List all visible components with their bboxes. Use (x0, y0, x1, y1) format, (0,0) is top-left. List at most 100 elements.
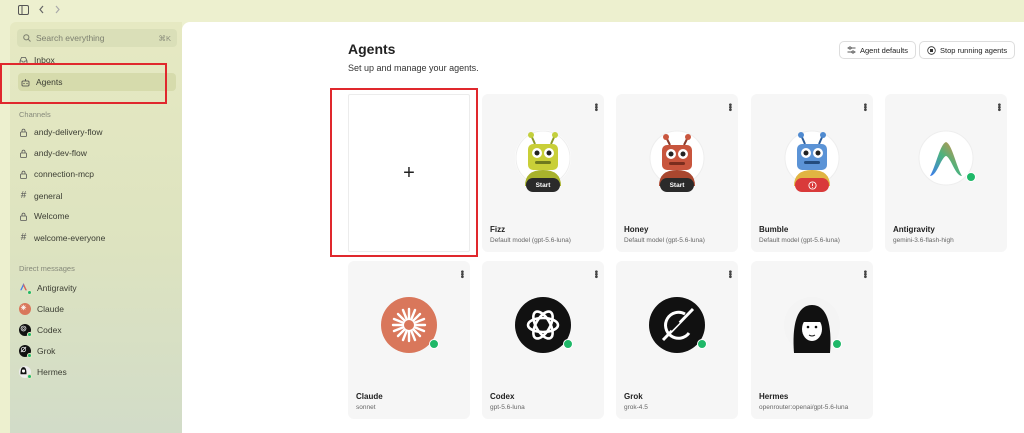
agent-model: sonnet (356, 404, 376, 411)
lock-icon (20, 149, 27, 158)
agent-name: Claude (356, 392, 383, 401)
back-icon[interactable] (38, 5, 45, 17)
agent-card-hermes[interactable]: ••• Hermes openrouter:openai/gpt-5.6-lun… (751, 261, 873, 419)
agent-card-honey[interactable]: ••• Start Honey Default model (gpt-5.6-l… (616, 94, 738, 252)
hermes-avatar (784, 297, 842, 353)
codex-avatar (515, 297, 573, 353)
agent-model: Default model (gpt-5.6-luna) (759, 237, 840, 244)
alert-icon (807, 180, 817, 190)
agent-name: Codex (490, 392, 515, 401)
agent-card-fizz[interactable]: ••• Start Fizz Default model (gpt-5.6-lu… (482, 94, 604, 252)
agent-name: Antigravity (893, 225, 935, 234)
sidebar-toggle-icon[interactable] (18, 4, 29, 18)
search-input[interactable]: Search everything ⌘K (17, 29, 177, 47)
agent-card-grok[interactable]: ••• Grok grok-4.5 (616, 261, 738, 419)
lock-icon (20, 128, 27, 137)
inbox-icon (19, 56, 28, 64)
bumble-avatar (784, 130, 840, 192)
channel-item[interactable]: connection-mcp (19, 169, 94, 179)
channel-item[interactable]: andy-delivery-flow (19, 127, 103, 137)
channel-label: Welcome (34, 211, 70, 221)
start-button[interactable]: Start (526, 178, 560, 192)
channel-item[interactable]: andy-dev-flow (19, 148, 87, 158)
new-agent-card[interactable]: + (348, 94, 470, 252)
more-options-icon[interactable]: ••• (859, 103, 870, 111)
main-panel: Agents Set up and manage your agents. Ag… (182, 22, 1024, 433)
online-status-dot (832, 339, 842, 349)
more-options-icon[interactable]: ••• (590, 270, 601, 278)
dm-item[interactable]: Hermes (19, 366, 67, 379)
hash-icon: # (20, 190, 27, 201)
agent-card-antigravity[interactable]: ••• Antigravity gemini-3.6-flash-high (885, 94, 1007, 252)
start-button[interactable]: Start (660, 178, 694, 192)
stop-icon (927, 45, 936, 55)
more-options-icon[interactable]: ••• (993, 103, 1004, 111)
channel-label: andy-dev-flow (34, 148, 87, 158)
search-shortcut: ⌘K (158, 33, 171, 43)
more-options-icon[interactable]: ••• (724, 103, 735, 111)
error-badge[interactable] (795, 178, 829, 192)
page-subtitle: Set up and manage your agents. (348, 63, 479, 73)
stop-running-agents-button[interactable]: Stop running agents (919, 41, 1016, 59)
agent-model: gemini-3.6-flash-high (893, 237, 954, 244)
dm-item[interactable]: Codex (19, 324, 62, 337)
agent-model: Default model (gpt-5.6-luna) (490, 237, 571, 244)
channel-label: welcome-everyone (34, 232, 106, 243)
online-status-dot (429, 339, 439, 349)
claude-avatar (381, 297, 439, 353)
more-options-icon[interactable]: ••• (590, 103, 601, 111)
search-icon (23, 34, 31, 42)
dm-item[interactable]: Antigravity (19, 282, 77, 295)
dm-item[interactable]: Grok (19, 345, 56, 358)
antigravity-avatar (19, 282, 32, 295)
more-options-icon[interactable]: ••• (456, 270, 467, 278)
grok-avatar (19, 345, 32, 358)
agent-defaults-button[interactable]: Agent defaults (839, 41, 916, 59)
agent-name: Grok (624, 392, 643, 401)
channels-heading: Channels (19, 110, 51, 119)
dm-item[interactable]: Claude (19, 303, 64, 315)
channel-item[interactable]: # general (19, 190, 63, 201)
page-title: Agents (348, 41, 396, 57)
search-placeholder: Search everything (36, 33, 105, 43)
agent-model: grok-4.5 (624, 404, 648, 411)
antigravity-avatar (918, 130, 976, 186)
online-status-dot (563, 339, 573, 349)
sidebar-item-label: Agents (36, 77, 63, 87)
lock-icon (20, 170, 27, 179)
agent-card-codex[interactable]: ••• Codex gpt-5.6-luna (482, 261, 604, 419)
grok-avatar (649, 297, 707, 353)
online-status-dot (697, 339, 707, 349)
agent-name: Honey (624, 225, 649, 234)
fizz-avatar: Start (515, 130, 571, 192)
hash-icon: # (20, 232, 27, 243)
lock-icon (20, 212, 27, 221)
agent-defaults-label: Agent defaults (860, 45, 908, 55)
dm-label: Grok (37, 346, 56, 356)
agents-icon (21, 78, 30, 86)
sidebar-item-label: Inbox (34, 55, 55, 65)
dm-heading: Direct messages (19, 264, 75, 273)
dm-label: Antigravity (37, 283, 77, 293)
channel-item[interactable]: Welcome (19, 211, 69, 221)
agent-card-claude[interactable]: ••• Claude sonnet (348, 261, 470, 419)
agent-name: Bumble (759, 225, 789, 234)
agent-model: Default model (gpt-5.6-luna) (624, 237, 705, 244)
sidebar-item-agents[interactable]: Agents (18, 73, 176, 91)
agent-card-bumble[interactable]: ••• Bumble Default model (gpt-5.6-luna) (751, 94, 873, 252)
agent-model: gpt-5.6-luna (490, 404, 525, 411)
stop-running-label: Stop running agents (940, 45, 1008, 55)
honey-avatar: Start (649, 130, 705, 192)
channel-label: connection-mcp (34, 169, 95, 179)
sidebar: Search everything ⌘K Inbox Agents Channe… (10, 22, 182, 433)
title-bar (0, 0, 1024, 22)
sidebar-item-inbox[interactable]: Inbox (19, 55, 55, 65)
more-options-icon[interactable]: ••• (724, 270, 735, 278)
channel-label: andy-delivery-flow (34, 127, 103, 137)
codex-avatar (19, 324, 32, 337)
forward-icon[interactable] (54, 5, 61, 17)
channel-item[interactable]: # welcome-everyone (19, 232, 106, 243)
hermes-avatar (19, 366, 32, 379)
more-options-icon[interactable]: ••• (859, 270, 870, 278)
channel-label: general (34, 190, 63, 201)
